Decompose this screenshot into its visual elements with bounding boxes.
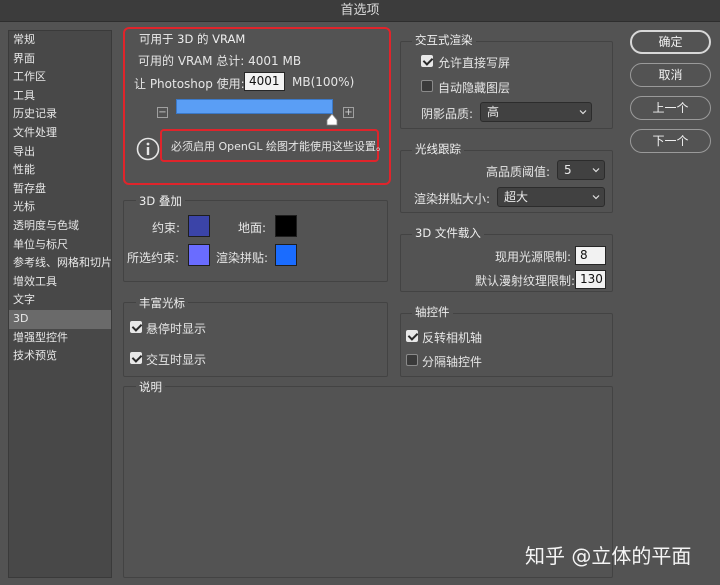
vram-group-title: 可用于 3D 的 VRAM [136,31,249,47]
shadow-quality-label: 阴影品质: [421,107,474,121]
invert-camera-checkbox[interactable] [406,330,418,342]
chevron-down-icon [579,110,587,115]
chevron-down-icon [592,168,600,173]
sidebar-item-workspace[interactable]: 工作区 [9,68,111,87]
vram-usage-suffix: MB(100%) [292,75,355,89]
threshold-select[interactable]: 5 [557,160,605,180]
texture-limit-input[interactable]: 130 [575,270,606,289]
sidebar-item-tech-previews[interactable]: 技术预览 [9,347,111,366]
interactive-render-group-title: 交互式渲染 [412,32,476,48]
tile-size-label: 渲染拼贴大小: [414,192,491,206]
constraint-label: 约束: [152,221,181,235]
show-on-hover-label[interactable]: 悬停时显示 [146,320,206,337]
selected-constraint-label: 所选约束: [127,251,180,265]
light-limit-label: 现用光源限制: [495,250,572,264]
sidebar-item-general[interactable]: 常规 [9,31,111,50]
light-limit-input[interactable]: 8 [575,246,606,265]
preferences-sidebar[interactable]: 常规 界面 工作区 工具 历史记录 文件处理 导出 性能 暂存盘 光标 透明度与… [8,30,112,578]
vram-slider-track[interactable] [176,99,333,114]
chevron-down-icon [592,195,600,200]
sidebar-item-file-handling[interactable]: 文件处理 [9,124,111,143]
sidebar-item-units-rulers[interactable]: 单位与标尺 [9,236,111,255]
description-group-title: 说明 [136,379,165,395]
ground-label: 地面: [238,221,267,235]
sidebar-item-cursors[interactable]: 光标 [9,198,111,217]
sidebar-item-transparency[interactable]: 透明度与色域 [9,217,111,236]
separate-widget-label[interactable]: 分隔轴控件 [422,353,482,370]
ok-button[interactable]: 确定 [630,30,711,54]
sidebar-item-interface[interactable]: 界面 [9,50,111,69]
sidebar-item-history[interactable]: 历史记录 [9,105,111,124]
tile-size-value: 超大 [504,190,529,204]
show-on-interact-checkbox[interactable] [130,352,142,364]
sidebar-item-guides-grid[interactable]: 参考线、网格和切片 [9,254,112,273]
sidebar-item-3d[interactable]: 3D [9,309,111,329]
shadow-quality-select[interactable]: 高 [480,102,592,122]
sidebar-item-plugins[interactable]: 增效工具 [9,273,111,292]
vram-usage-input[interactable]: 4001 [244,72,285,91]
cancel-button[interactable]: 取消 [630,63,711,87]
sidebar-item-tools[interactable]: 工具 [9,87,111,106]
invert-camera-label[interactable]: 反转相机轴 [422,329,482,346]
texture-limit-label: 默认漫射纹理限制: [475,274,576,288]
selected-constraint-color-swatch[interactable] [188,244,210,266]
axis-widget-group-title: 轴控件 [412,304,453,320]
sidebar-item-enhanced-controls[interactable]: 增强型控件 [9,329,111,348]
sidebar-item-export[interactable]: 导出 [9,143,111,162]
tile-size-select[interactable]: 超大 [497,187,605,207]
shadow-quality-value: 高 [487,105,500,119]
show-on-hover-checkbox[interactable] [130,321,142,333]
opengl-notice-text: 必须启用 OpenGL 绘图才能使用这些设置。 [171,140,388,153]
vram-plus-icon[interactable]: + [343,107,354,118]
rich-cursor-group-title: 丰富光标 [136,295,188,311]
threshold-label: 高品质阈值: [486,165,551,179]
previous-button[interactable]: 上一个 [630,96,711,120]
info-icon [136,137,160,161]
render-tiles-color-swatch[interactable] [275,244,297,266]
ray-tracing-group-title: 光线跟踪 [412,141,464,157]
sidebar-item-type[interactable]: 文字 [9,291,111,310]
sidebar-item-scratch-disks[interactable]: 暂存盘 [9,180,111,199]
threshold-value: 5 [564,163,572,177]
overlay3d-group-title: 3D 叠加 [136,193,185,209]
show-on-interact-label[interactable]: 交互时显示 [146,351,206,368]
window-title: 首选项 [340,3,380,18]
vram-total-text: 可用的 VRAM 总计: 4001 MB [138,54,302,68]
render-tiles-label: 渲染拼贴: [216,251,269,265]
auto-hide-layers-checkbox[interactable] [421,80,433,92]
constraint-color-swatch[interactable] [188,215,210,237]
watermark-text: 知乎 @立体的平面 [525,544,692,568]
vram-minus-icon[interactable]: − [157,107,168,118]
sidebar-item-performance[interactable]: 性能 [9,161,111,180]
auto-hide-layers-label[interactable]: 自动隐藏图层 [438,79,510,96]
window-titlebar: 首选项 [0,0,720,22]
file-loading-group-title: 3D 文件载入 [412,225,484,241]
vram-usage-label: 让 Photoshop 使用: [134,77,245,91]
ground-color-swatch[interactable] [275,215,297,237]
overlay3d-group [123,200,388,282]
allow-direct-write-label[interactable]: 允许直接写屏 [438,54,510,71]
separate-widget-checkbox[interactable] [406,354,418,366]
vram-slider-thumb-icon[interactable] [326,114,338,126]
next-button[interactable]: 下一个 [630,129,711,153]
allow-direct-write-checkbox[interactable] [421,55,433,67]
